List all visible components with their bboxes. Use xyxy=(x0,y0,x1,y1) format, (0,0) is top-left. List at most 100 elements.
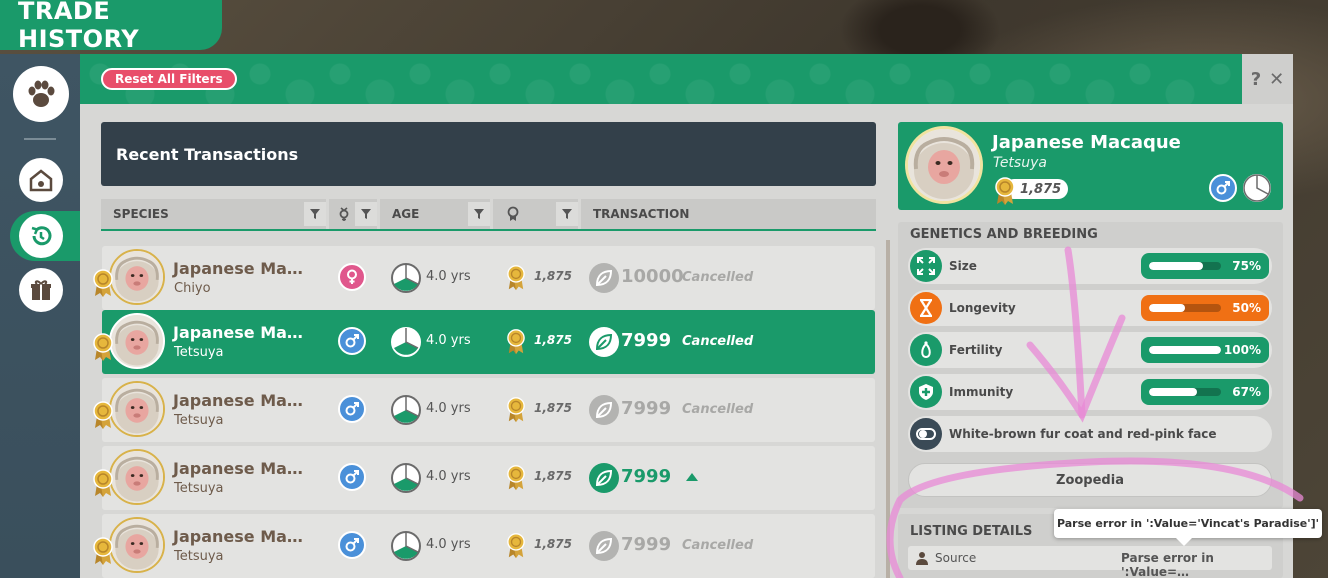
animal-name: Japanese Ma… xyxy=(173,259,303,278)
transaction-status: Cancelled xyxy=(682,334,754,349)
help-button[interactable]: ? xyxy=(1251,69,1261,90)
animal-nickname: Chiyo xyxy=(174,281,211,296)
trait-row: Size 75% xyxy=(908,248,1272,284)
source-row: Source Parse error in ':Value=… xyxy=(908,546,1272,578)
animal-nickname: Tetsuya xyxy=(174,481,224,496)
age-pie-icon xyxy=(390,394,422,430)
trait-row: Immunity 67% xyxy=(908,374,1272,410)
animal-age: 4.0 yrs xyxy=(426,333,471,348)
species-filter-button[interactable] xyxy=(304,202,326,226)
transaction-amount: 7999 xyxy=(621,534,672,555)
animal-value: 1,875 xyxy=(534,333,572,347)
trait-fill xyxy=(1149,262,1203,270)
transaction-row[interactable]: Japanese Ma… Tetsuya 4.0 yrs 1,875 7999 xyxy=(93,446,875,510)
medal-icon xyxy=(507,206,519,221)
age-pie-icon xyxy=(390,326,422,362)
filter-icon xyxy=(361,209,371,219)
medal-icon xyxy=(995,177,1015,205)
medal-icon xyxy=(506,464,526,495)
animal-avatar xyxy=(109,381,165,437)
listing-title: LISTING DETAILS xyxy=(910,524,1033,539)
age-pie-icon xyxy=(390,262,422,298)
animal-nickname: Tetsuya xyxy=(174,549,224,564)
medal-icon xyxy=(506,328,526,359)
trait-label: Longevity xyxy=(949,301,1016,315)
window-controls: ? ✕ xyxy=(1242,54,1293,104)
source-label: Source xyxy=(935,551,977,565)
transaction-row[interactable]: Japanese Ma… Tetsuya 4.0 yrs 1,875 7999 Cance… xyxy=(93,310,875,374)
tooltip: Parse error in ':Value='Vincat's Paradis… xyxy=(1054,509,1322,538)
tooltip-arrow xyxy=(1176,538,1192,546)
animal-nickname: Tetsuya xyxy=(174,413,224,428)
column-species: SPECIES xyxy=(101,199,326,229)
animal-age: 4.0 yrs xyxy=(426,469,471,484)
expand-icon xyxy=(910,250,942,282)
column-transaction-label: TRANSACTION xyxy=(593,207,690,221)
female-icon xyxy=(338,263,366,291)
window-header: Reset All Filters xyxy=(80,54,1242,104)
trait-fill xyxy=(1149,304,1185,312)
animal-summary-card: Japanese Macaque Tetsuya 1,875 xyxy=(898,122,1283,210)
macaque-portrait xyxy=(908,129,980,201)
animals-button[interactable] xyxy=(13,66,69,122)
close-button[interactable]: ✕ xyxy=(1269,69,1284,90)
animal-avatar xyxy=(109,449,165,505)
trade-history-button[interactable] xyxy=(19,214,63,258)
conservation-credit-icon xyxy=(589,263,619,293)
trait-bar: 50% xyxy=(1141,295,1269,321)
transaction-row[interactable]: Japanese Ma… Tetsuya 4.0 yrs 1,875 7999 Cance… xyxy=(93,514,875,578)
trait-percent: 75% xyxy=(1232,259,1261,273)
age-pie-icon xyxy=(390,530,422,566)
age-pie-icon xyxy=(390,462,422,498)
trait-track xyxy=(1149,262,1221,270)
transaction-amount: 7999 xyxy=(621,466,672,487)
transaction-row[interactable]: Japanese Ma… Tetsuya 4.0 yrs 1,875 7999 Cance… xyxy=(93,378,875,442)
conservation-credit-icon xyxy=(589,395,619,425)
conservation-credit-icon xyxy=(589,463,619,493)
age-pie-icon xyxy=(1243,174,1271,202)
gift-button[interactable] xyxy=(19,268,63,312)
page-title: TRADE HISTORY xyxy=(0,0,222,53)
trait-fill xyxy=(1149,388,1198,396)
trait-label: Size xyxy=(949,259,977,273)
animal-value: 1,875 xyxy=(534,537,572,551)
trait-label: Immunity xyxy=(949,385,1014,399)
sidebar xyxy=(0,54,80,578)
trait-track xyxy=(1149,304,1221,312)
transaction-row[interactable]: Japanese Ma… Chiyo 4.0 yrs 1,875 10000 Cancel… xyxy=(93,246,875,310)
animal-name: Japanese Ma… xyxy=(173,459,303,478)
medal-icon xyxy=(92,332,114,366)
trait-fill xyxy=(1149,346,1221,354)
filter-icon xyxy=(562,209,572,219)
age-filter-button[interactable] xyxy=(468,202,490,226)
animal-portrait xyxy=(905,126,983,204)
animal-age: 4.0 yrs xyxy=(426,401,471,416)
male-icon xyxy=(338,327,366,355)
scrollbar[interactable] xyxy=(886,240,890,578)
value-filter-button[interactable] xyxy=(556,202,578,226)
recent-transactions-heading: Recent Transactions xyxy=(101,122,876,186)
male-icon xyxy=(1209,174,1237,202)
filter-icon xyxy=(474,209,484,219)
medal-icon xyxy=(506,264,526,295)
gender-filter-button[interactable] xyxy=(355,202,377,226)
male-icon xyxy=(338,531,366,559)
animal-age: 4.0 yrs xyxy=(426,269,471,284)
gender-symbol-icon xyxy=(339,207,349,221)
description-row: White-brown fur coat and red-pink face xyxy=(908,416,1272,452)
animal-name: Japanese Ma… xyxy=(173,391,303,410)
habitat-button[interactable] xyxy=(19,158,63,202)
coat-icon xyxy=(910,418,942,450)
shield-cross-icon xyxy=(910,376,942,408)
medal-icon xyxy=(506,396,526,427)
zoopedia-button[interactable]: Zoopedia xyxy=(908,463,1272,497)
paw-icon xyxy=(28,80,55,107)
conservation-credit-icon xyxy=(589,327,619,357)
medal-icon xyxy=(92,400,114,434)
transaction-status: Cancelled xyxy=(682,538,754,553)
fertility-icon xyxy=(910,334,942,366)
reset-filters-button[interactable]: Reset All Filters xyxy=(101,68,237,90)
trait-row: Longevity 50% xyxy=(908,290,1272,326)
filter-icon xyxy=(310,209,320,219)
trait-bar: 75% xyxy=(1141,253,1269,279)
